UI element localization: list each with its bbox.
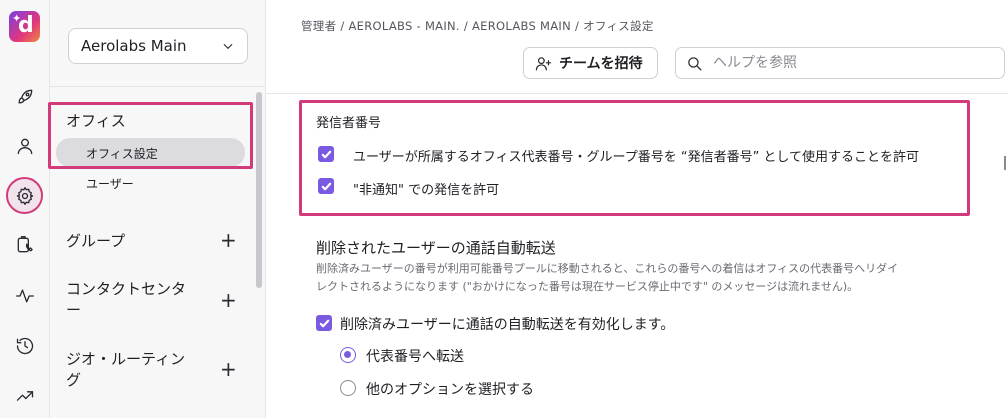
nav-section-geo-routing-line1[interactable]: ジオ・ルーティン [66, 348, 185, 369]
help-search[interactable] [675, 47, 1005, 79]
scroll-indicator [1004, 156, 1006, 170]
chevron-down-icon [223, 43, 233, 50]
left-rail: ✦ d [0, 0, 50, 418]
trending-icon[interactable] [13, 384, 37, 408]
enable-forwarding-checkbox[interactable] [316, 315, 332, 331]
check-icon [321, 150, 331, 158]
history-icon[interactable] [13, 334, 37, 358]
nav-section-contact-center-line2[interactable]: ー [66, 299, 81, 320]
invite-team-label: チームを招待 [559, 56, 643, 72]
other-option-radio[interactable] [340, 380, 356, 396]
nav-section-groups[interactable]: グループ [66, 230, 125, 251]
allow-office-number-label: ユーザーが所属するオフィス代表番号・グループ番号を “発信者番号” として使用す… [353, 150, 920, 165]
header-divider [266, 93, 1008, 94]
plus-icon[interactable]: + [220, 290, 237, 310]
plus-icon[interactable]: + [220, 359, 237, 379]
office-highlight-box [48, 102, 253, 169]
rocket-icon[interactable] [13, 85, 37, 109]
caller-id-title: 発信者番号 [316, 116, 382, 131]
allow-anonymous-label: "非通知" での発信を許可 [353, 183, 500, 198]
check-icon [319, 319, 329, 327]
activity-icon[interactable] [13, 284, 37, 308]
allow-office-number-checkbox[interactable] [318, 146, 334, 162]
nav-divider [50, 86, 266, 87]
gear-icon[interactable] [13, 184, 37, 208]
nav-section-geo-routing-line2[interactable]: グ [66, 369, 81, 390]
app-logo[interactable]: ✦ d [9, 11, 40, 42]
nav-section-contact-center-line1[interactable]: コンタクトセンタ [66, 278, 186, 299]
allow-anonymous-checkbox[interactable] [318, 178, 334, 194]
user-plus-icon [535, 56, 552, 70]
forward-main-number-radio[interactable] [340, 347, 356, 363]
nav-item-users[interactable]: ユーザー [86, 175, 134, 192]
forwarding-title: 削除されたユーザーの通話自動転送 [316, 239, 556, 257]
enable-forwarding-label: 削除済みユーザーに通話の自動転送を有効化します。 [340, 317, 675, 333]
plus-icon[interactable]: + [220, 230, 237, 250]
forwarding-description: 削除済みユーザーの番号が利用可能番号プールに移動されると、これらの番号への着信は… [316, 262, 899, 293]
workspace-select[interactable]: Aerolabs Main [68, 28, 248, 64]
invite-team-button[interactable]: チームを招待 [523, 47, 658, 79]
forward-main-number-label: 代表番号へ転送 [366, 349, 464, 365]
check-icon [321, 182, 331, 190]
logo-letter-icon: d [18, 13, 34, 38]
settings-sidenav: Aerolabs Main オフィス オフィス設定 ユーザー グループ + コン… [50, 0, 266, 418]
help-search-input[interactable] [713, 55, 983, 71]
clipboard-call-icon[interactable] [13, 233, 37, 257]
workspace-name: Aerolabs Main [81, 37, 187, 55]
search-icon [688, 56, 702, 71]
user-icon[interactable] [13, 134, 37, 158]
other-option-label: 他のオプションを選択する [366, 382, 534, 398]
breadcrumb: 管理者 / AEROLABS - MAIN. / AEROLABS MAIN /… [301, 19, 654, 33]
nav-scrollbar[interactable] [256, 92, 262, 288]
